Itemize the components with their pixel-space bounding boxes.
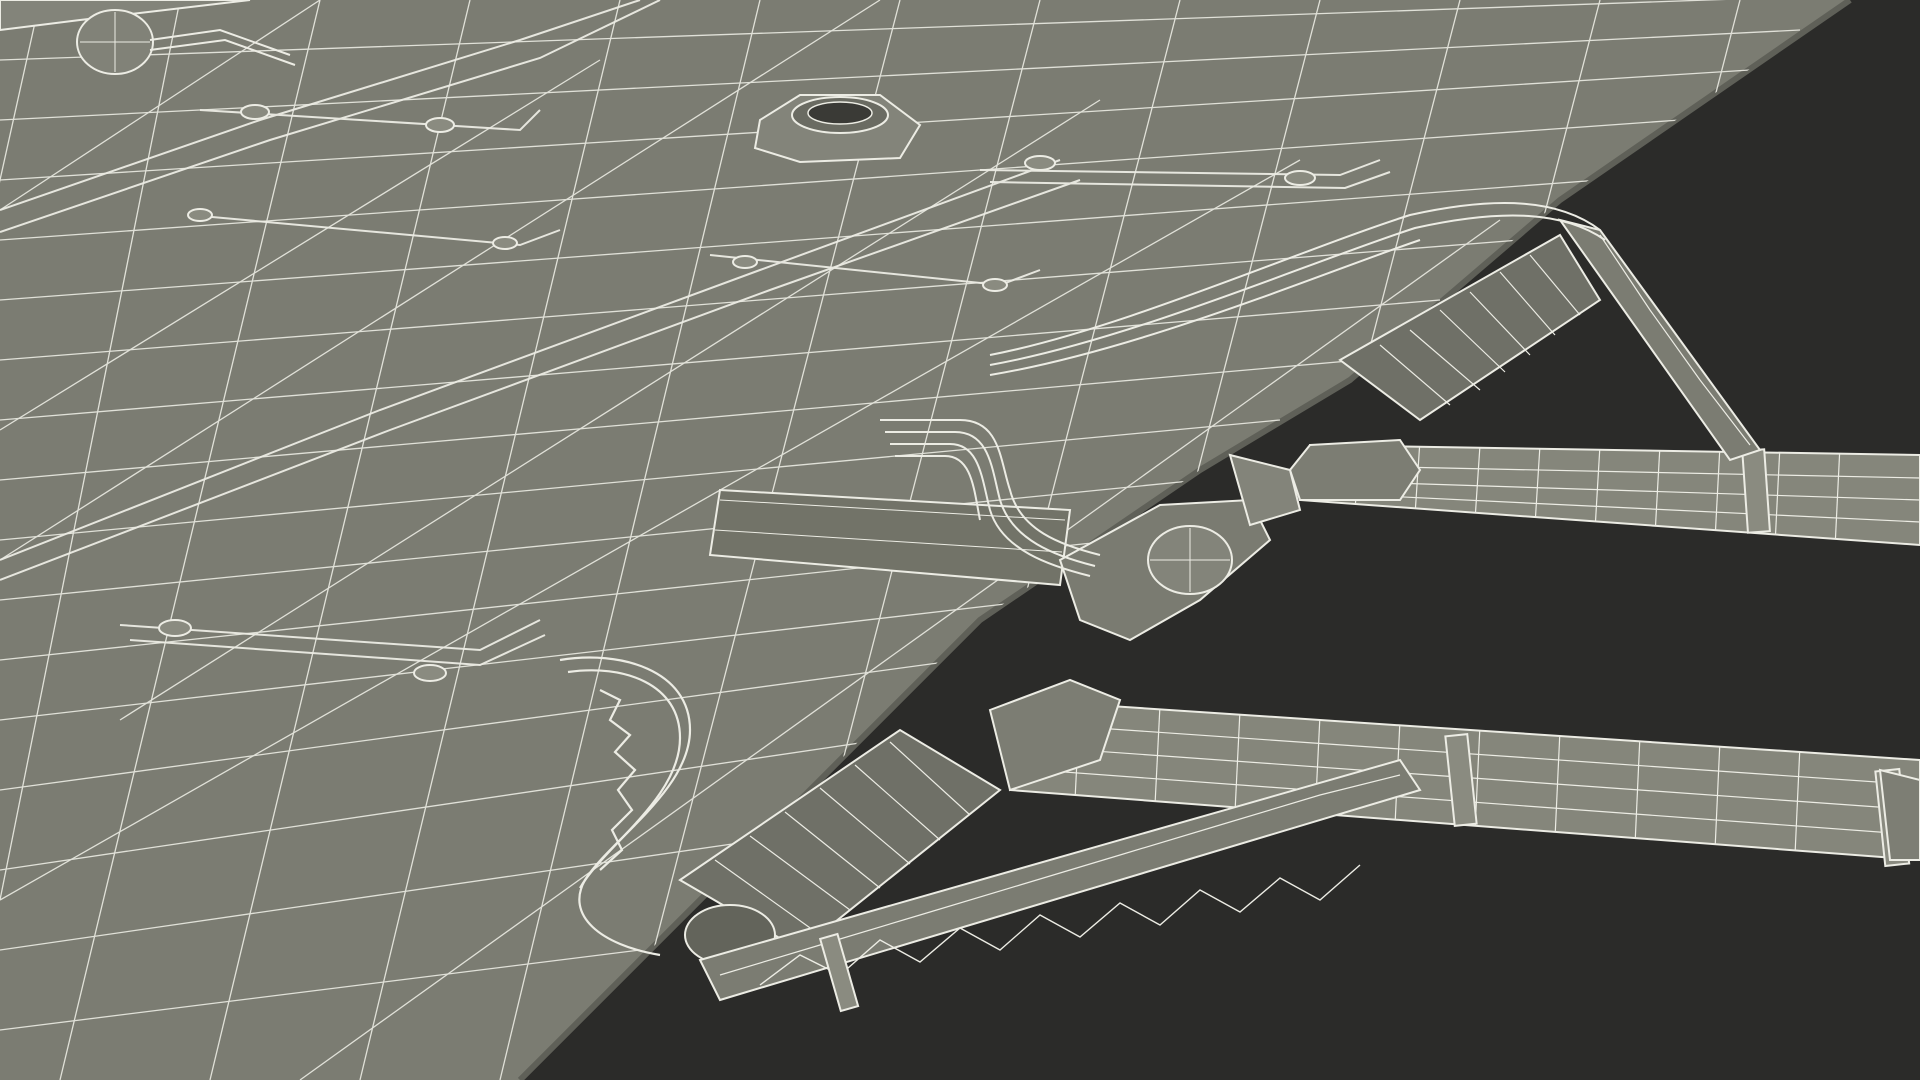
wireframe-stretcher-render [0, 0, 1920, 1080]
